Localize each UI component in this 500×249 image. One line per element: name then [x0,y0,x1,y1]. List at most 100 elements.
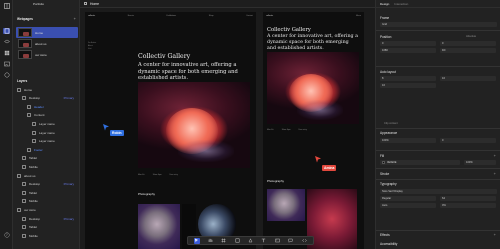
add-stroke-icon[interactable]: + [494,171,496,176]
auto-layout-title: Auto layout [380,70,396,74]
gallery-image[interactable] [138,204,180,249]
layer-label: about us [24,173,36,178]
menu-icon[interactable] [3,3,10,9]
layer-icon [22,233,26,238]
gallery-image[interactable] [267,189,305,221]
project-header[interactable]: Portfolio [13,0,79,8]
layer-icon [17,87,21,92]
layer-label: our store [24,207,36,212]
text-tool-icon[interactable] [261,238,267,244]
layer-label: Desktop [29,182,41,187]
menu-link[interactable]: Menu [356,15,361,17]
code-tool-icon[interactable] [301,238,307,244]
fill-swatch[interactable] [382,161,385,164]
layer-icon [32,130,36,135]
add-fill-icon[interactable]: + [494,153,496,158]
tablet-frame[interactable]: collectiv Menu Collectiv Gallery A cente… [263,12,364,249]
layer-item[interactable]: Layer name [13,120,79,127]
webpages-title: Webpages [17,17,33,21]
layer-item[interactable]: Layer name [13,138,79,145]
fill-hex: 0E0E0E [387,161,397,164]
nav-item[interactable]: Exhibitions [167,15,177,17]
page-item[interactable]: our store [16,49,78,60]
layer-icon [22,190,26,195]
add-page-icon[interactable]: + [74,16,76,21]
assets-icon[interactable] [3,50,10,56]
layer-item[interactable]: Header [13,103,79,110]
help-icon[interactable]: ? [3,232,10,238]
layer-label: Header [34,104,44,109]
nav-item[interactable]: Events [128,15,134,17]
desktop-nav: collectiv Events Exhibitions Shop Contac… [88,15,253,17]
hand-tool-icon[interactable] [207,238,213,244]
project-name: Portfolio [33,2,45,6]
layer-icon [22,225,26,230]
image-tool-icon[interactable] [274,238,280,244]
pen-tool-icon[interactable] [247,238,253,244]
layer-item[interactable]: Tablet [13,189,79,196]
gap-field[interactable]: 8 [380,76,436,81]
height-field[interactable]: Fill [440,48,496,53]
pages-icon[interactable] [3,28,10,34]
layer-item[interactable]: Home [13,86,79,93]
layer-item[interactable]: Tablet [13,224,79,231]
inspector: Design Interaction Frame Grid Position A… [375,0,500,249]
layer-item[interactable]: Layer name [13,129,79,136]
layer-item[interactable]: Content [13,112,79,119]
x-field[interactable]: 0 [380,41,436,46]
page-item[interactable]: about us [16,38,78,49]
layer-item[interactable]: Footer [13,146,79,153]
add-effect-icon[interactable]: + [494,232,496,237]
fill-color-field[interactable]: 0E0E0E [380,160,460,165]
fill-opacity-field[interactable]: 100% [464,160,496,165]
y-field[interactable]: 0 [440,41,496,46]
page-label: our store [35,52,47,57]
font-size-field[interactable]: 64 [440,196,496,201]
page-thumbnail [18,28,32,37]
padding-field[interactable]: 16 [440,76,496,81]
layer-item[interactable]: Desktop Primary [13,95,79,102]
layer-item[interactable]: Desktop Primary [13,181,79,188]
letter-spacing-field[interactable]: 0% [440,203,496,208]
select-tool-icon[interactable] [193,237,200,244]
components-icon[interactable] [3,72,10,78]
width-field[interactable]: 1080 [380,48,436,53]
tab-interaction[interactable]: Interaction [394,2,408,6]
layer-item[interactable]: about us [13,172,79,179]
position-mode[interactable]: Absolute [466,35,476,38]
side-link[interactable]: Visit [88,48,96,51]
layer-item[interactable]: Mobile [13,198,79,205]
hero-description: A center for innovative art, offering a … [267,34,359,51]
gallery-image[interactable] [307,189,357,249]
line-height-field[interactable]: Auto [380,203,436,208]
font-family-select[interactable]: Noto Serif Display [380,189,497,194]
layer-item[interactable]: Mobile [13,232,79,239]
meta-item: Mon–Fri [267,129,274,131]
clip-content-label[interactable]: Clip content [384,122,398,125]
primary-badge: Primary [63,182,74,187]
layer-icon [32,139,36,144]
layer-label: Layer name [39,130,55,135]
layer-item[interactable]: Desktop Primary [13,215,79,222]
layers-icon[interactable] [3,39,10,45]
bottom-toolbar [187,236,314,245]
layer-item[interactable]: Tablet [13,155,79,162]
nav-item[interactable]: Shop [209,15,214,17]
canvas[interactable]: collectiv Events Exhibitions Shop Contac… [80,8,375,249]
radius-field[interactable]: 0 [440,138,496,143]
frame-tool-icon[interactable] [221,238,227,244]
layer-item[interactable]: our store [13,206,79,213]
padding-field[interactable]: 16 [380,83,436,88]
shape-tool-icon[interactable] [234,238,240,244]
frame-type-select[interactable]: Grid [380,22,497,27]
collaborator-cursor-label: Amina [322,165,337,171]
layer-item[interactable]: Mobile [13,163,79,170]
nav-item[interactable]: Contact [246,15,253,17]
opacity-field[interactable]: 100% [380,138,436,143]
image-icon[interactable] [3,61,10,67]
page-item[interactable]: Home [16,27,78,38]
comment-tool-icon[interactable] [288,238,294,244]
tab-design[interactable]: Design [380,2,389,6]
font-weight-select[interactable]: Regular [380,196,436,201]
layer-label: Footer [34,147,43,152]
